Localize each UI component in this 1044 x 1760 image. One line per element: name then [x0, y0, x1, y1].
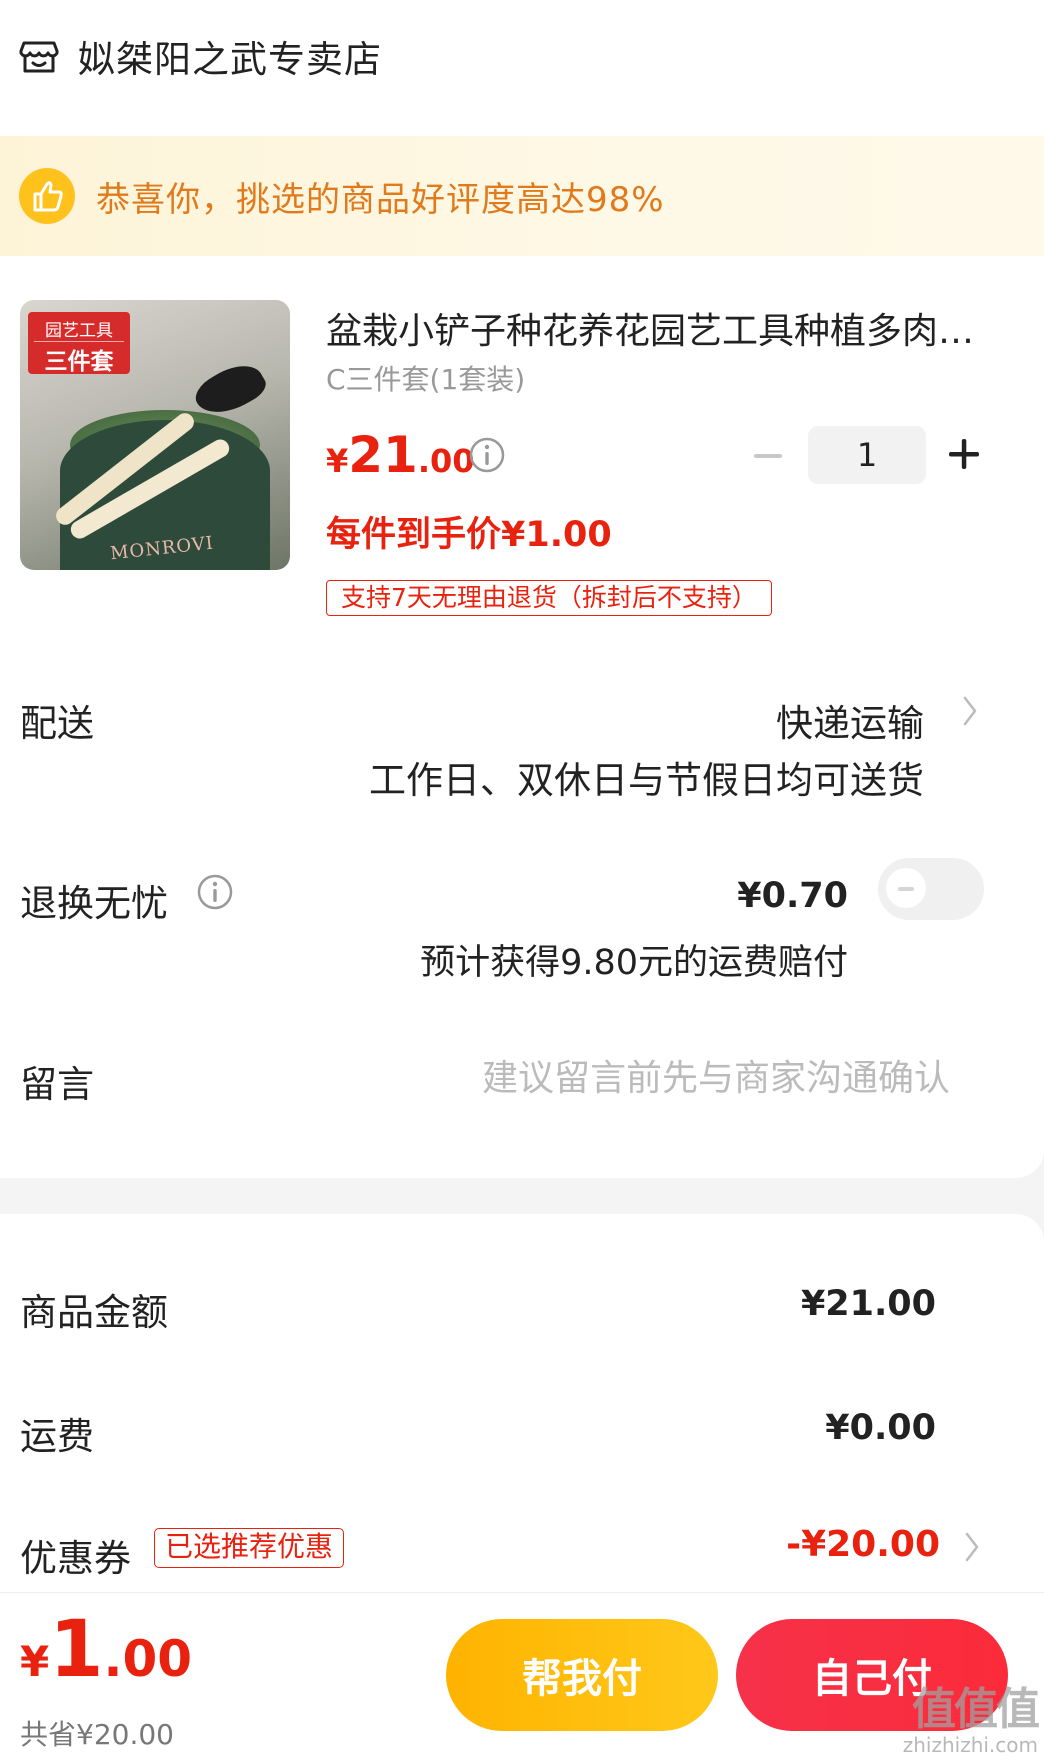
unit-price: 每件到手价¥1.00: [326, 515, 612, 555]
price-currency: ¥: [326, 442, 349, 480]
total-integer: 1: [49, 1605, 104, 1695]
price-integer: 21: [348, 426, 418, 484]
worry-free-price: ¥0.70: [737, 876, 848, 916]
quantity-decrease-button[interactable]: [750, 438, 786, 474]
chevron-right-icon[interactable]: [960, 694, 980, 728]
store-icon: [19, 41, 59, 73]
delivery-schedule: 工作日、双休日与节假日均可送货: [369, 759, 924, 802]
total-decimal: .00: [103, 1630, 193, 1688]
worry-free-info-icon[interactable]: [196, 873, 234, 911]
image-label: 园艺工具 三件套: [28, 312, 130, 375]
total-saved: 共省¥20.00: [20, 1718, 174, 1751]
toggle-knob: [884, 866, 928, 910]
price-info-icon[interactable]: [468, 436, 506, 474]
watermark-url: zhizhizhi.com: [902, 1733, 1038, 1757]
worry-free-label: 退换无忧: [20, 882, 168, 925]
product-price: ¥ 21 .00: [326, 426, 475, 484]
chevron-right-icon[interactable]: [962, 1530, 982, 1564]
price-decimal: .00: [417, 442, 475, 480]
product-title[interactable]: 盆栽小铲子种花养花园艺工具种植多肉三件套家用花铲子: [326, 302, 986, 354]
watermark: 值值值 zhizhizhi.com: [902, 1684, 1040, 1757]
goods-amount-value: ¥21.00: [800, 1284, 936, 1324]
help-pay-button[interactable]: 帮我付: [446, 1619, 718, 1731]
image-label-line1: 园艺工具: [34, 312, 124, 342]
goods-amount-label: 商品金额: [20, 1291, 168, 1334]
shop-header[interactable]: 姒桀阳之武专卖店: [18, 28, 382, 84]
quantity-increase-button[interactable]: [946, 436, 982, 472]
total-currency: ¥: [20, 1637, 50, 1686]
total-price: ¥ 1 .00: [20, 1605, 192, 1695]
coupon-value[interactable]: -¥20.00: [786, 1524, 940, 1565]
product-spec[interactable]: C三件套(1套装): [326, 358, 525, 398]
checkout-bar: ¥ 1 .00 共省¥20.00 帮我付 自己付 值值值 zhizhizhi.c…: [0, 1592, 1044, 1760]
shop-name: 姒桀阳之武专卖店: [78, 38, 382, 81]
product-image[interactable]: MONROVI 园艺工具 三件套: [20, 300, 290, 570]
coupon-tag: 已选推荐优惠: [154, 1528, 345, 1568]
shipping-value: ¥0.00: [825, 1408, 936, 1448]
delivery-method[interactable]: 快递运输: [776, 693, 924, 747]
rating-text: 恭喜你，挑选的商品好评度高达98%: [96, 179, 665, 220]
watermark-logo: 值值值: [912, 1684, 1040, 1735]
thumbs-up-icon: [19, 168, 75, 224]
coupon-label: 优惠券: [20, 1537, 131, 1580]
return-policy-tag: 支持7天无理由退货（拆封后不支持）: [326, 580, 772, 616]
message-input[interactable]: [380, 1050, 950, 1106]
image-label-line2: 三件套: [44, 349, 114, 375]
worry-free-compensation: 预计获得9.80元的运费赔付: [420, 943, 848, 983]
message-label: 留言: [20, 1063, 94, 1106]
rating-banner: 恭喜你，挑选的商品好评度高达98%: [0, 136, 1044, 256]
quantity-input[interactable]: 1: [808, 426, 926, 484]
worry-free-toggle[interactable]: [878, 858, 984, 920]
shipping-label: 运费: [20, 1415, 94, 1458]
delivery-label: 配送: [20, 702, 94, 745]
